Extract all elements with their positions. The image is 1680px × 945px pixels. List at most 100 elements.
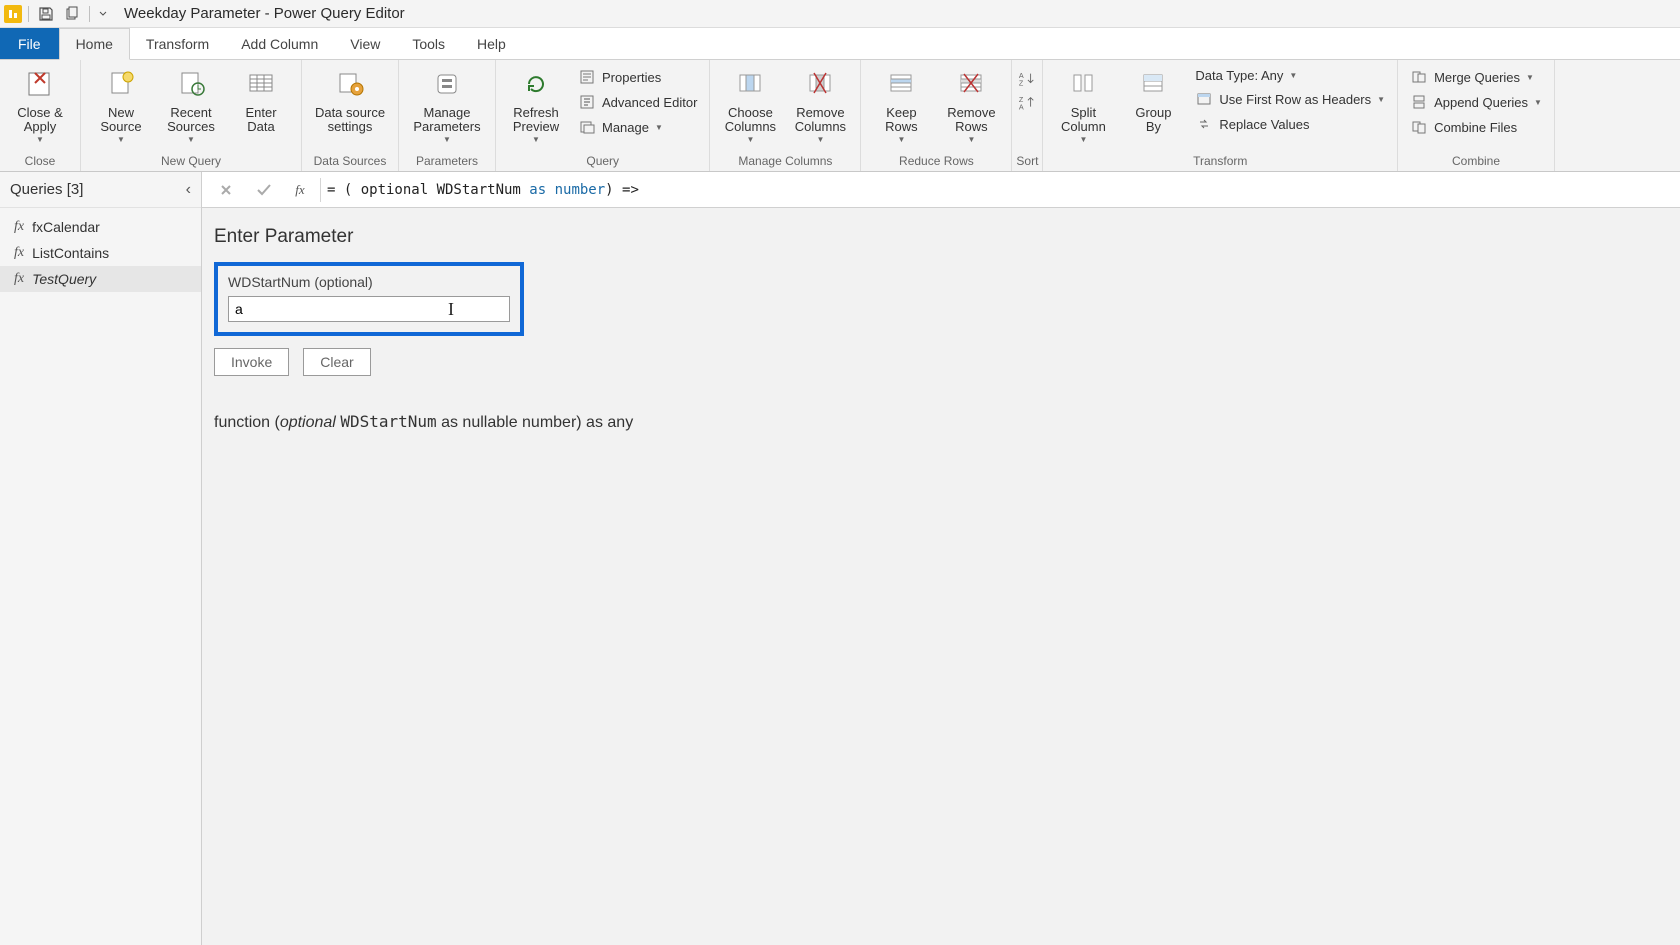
formula-commit-button[interactable] [248,176,280,204]
choose-columns-button[interactable]: Choose Columns ▼ [718,62,782,144]
ribbon-group-new-query: New Source ▼ Recent Sources ▼ Enter Data… [81,60,302,171]
split-column-button[interactable]: Split Column ▼ [1051,62,1115,144]
collapse-pane-icon[interactable]: ‹ [186,181,191,199]
merge-queries-label: Merge Queries [1434,70,1520,85]
tab-transform[interactable]: Transform [130,28,225,59]
parameter-input-wrap: I [228,296,510,322]
function-signature: function (optional WDStartNum as nullabl… [214,412,1668,432]
group-label-parameters: Parameters [407,151,487,171]
main-area: fx = ( optional WDStartNum as number ) =… [202,172,1680,945]
save-icon[interactable] [35,3,57,25]
close-apply-label: Close & Apply [17,106,63,135]
append-queries-icon [1410,93,1428,111]
remove-rows-label: Remove Rows [947,106,995,135]
advanced-editor-label: Advanced Editor [602,95,697,110]
append-queries-button[interactable]: Append Queries ▼ [1406,91,1546,113]
merge-queries-button[interactable]: Merge Queries ▼ [1406,66,1546,88]
group-label-close: Close [8,151,72,171]
group-label-manage-columns: Manage Columns [718,151,852,171]
data-source-settings-label: Data source settings [315,106,385,135]
remove-rows-icon [953,66,989,102]
properties-button[interactable]: Properties [574,66,701,88]
formula-input[interactable]: = ( optional WDStartNum as number ) => [320,178,1680,202]
sig-optional: optional [280,414,336,431]
replace-values-label: Replace Values [1219,117,1309,132]
group-label-reduce-rows: Reduce Rows [869,151,1003,171]
manage-parameters-button[interactable]: Manage Parameters ▼ [407,62,487,144]
sig-param: WDStartNum [340,412,436,431]
keep-rows-button[interactable]: Keep Rows ▼ [869,62,933,144]
enter-data-icon [243,66,279,102]
merge-queries-icon [1410,68,1428,86]
replace-values-button[interactable]: Replace Values [1191,113,1389,135]
sort-ascending-button[interactable]: AZ [1016,68,1038,90]
advanced-editor-button[interactable]: Advanced Editor [574,91,701,113]
sort-descending-button[interactable]: ZA [1016,92,1038,114]
svg-text:Z: Z [1019,78,1024,87]
tab-view[interactable]: View [334,28,396,59]
group-label-sort: Sort [1016,151,1038,171]
query-item-fxcalendar[interactable]: fx fxCalendar [0,214,201,240]
separator [89,6,90,22]
chevron-down-icon: ▼ [746,136,754,145]
refresh-preview-button[interactable]: Refresh Preview ▼ [504,62,568,144]
remove-rows-button[interactable]: Remove Rows ▼ [939,62,1003,144]
remove-columns-button[interactable]: Remove Columns ▼ [788,62,852,144]
formula-text-prefix: = ( optional WDStartNum [327,182,529,198]
qat-dropdown-icon[interactable] [96,3,110,25]
append-queries-label: Append Queries [1434,95,1528,110]
recent-sources-button[interactable]: Recent Sources ▼ [159,62,223,144]
sort-asc-icon: AZ [1018,70,1036,88]
combine-files-button[interactable]: Combine Files [1406,116,1546,138]
choose-columns-label: Choose Columns [725,106,776,135]
tab-file[interactable]: File [0,28,59,59]
tab-help[interactable]: Help [461,28,522,59]
keep-rows-icon [883,66,919,102]
ribbon-group-combine: Merge Queries ▼ Append Queries ▼ Combine… [1398,60,1555,171]
chevron-down-icon: ▼ [816,136,824,145]
queries-list: fx fxCalendar fx ListContains fx TestQue… [0,208,201,298]
chevron-down-icon: ▼ [1079,136,1087,145]
tab-home[interactable]: Home [59,28,130,60]
clear-button[interactable]: Clear [303,348,370,376]
data-source-settings-button[interactable]: Data source settings [310,62,390,135]
fx-icon[interactable]: fx [286,182,314,198]
query-item-label: fxCalendar [32,219,100,235]
formula-cancel-button[interactable] [210,176,242,204]
chevron-down-icon: ▼ [967,136,975,145]
manage-button[interactable]: Manage ▼ [574,116,701,138]
parameter-highlight-box: WDStartNum (optional) I [214,262,524,336]
undo-icon[interactable] [61,3,83,25]
properties-label: Properties [602,70,661,85]
parameter-input[interactable] [228,296,510,322]
parameter-field-label: WDStartNum (optional) [228,274,510,290]
first-row-headers-label: Use First Row as Headers [1219,92,1371,107]
invoke-button[interactable]: Invoke [214,348,289,376]
group-by-button[interactable]: Group By [1121,62,1185,135]
split-column-label: Split Column [1061,106,1106,135]
tab-add-column[interactable]: Add Column [225,28,334,59]
enter-data-button[interactable]: Enter Data [229,62,293,135]
ribbon-group-sort: AZ ZA Sort [1012,60,1043,171]
content-area: Enter Parameter WDStartNum (optional) I … [202,208,1680,945]
separator [28,6,29,22]
app-icon [4,5,22,23]
data-type-button[interactable]: Data Type: Any ▼ [1191,66,1389,85]
formula-kw-number: number [555,182,606,198]
close-and-apply-button[interactable]: Close & Apply ▼ [8,62,72,144]
query-item-testquery[interactable]: fx TestQuery [0,266,201,292]
formula-text-mid [546,182,554,198]
new-source-button[interactable]: New Source ▼ [89,62,153,144]
query-item-listcontains[interactable]: fx ListContains [0,240,201,266]
ribbon-group-data-sources: Data source settings Data Sources [302,60,399,171]
chevron-down-icon: ▼ [187,136,195,145]
data-source-settings-icon [332,66,368,102]
properties-icon [578,68,596,86]
chevron-down-icon: ▼ [897,136,905,145]
formula-kw-as: as [529,182,546,198]
refresh-preview-label: Refresh Preview [513,106,559,135]
tab-tools[interactable]: Tools [396,28,461,59]
first-row-headers-button[interactable]: Use First Row as Headers ▼ [1191,88,1389,110]
manage-icon [578,118,596,136]
chevron-down-icon: ▼ [443,136,451,145]
